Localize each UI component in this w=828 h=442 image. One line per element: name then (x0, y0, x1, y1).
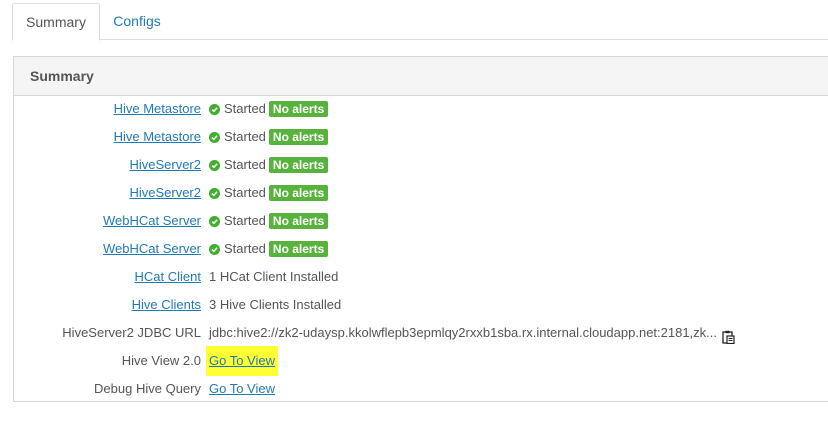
summary-row-webhcat-server: WebHCat Server Started No alerts (14, 207, 828, 235)
client-count: 3 Hive Clients Installed (209, 297, 342, 312)
status-text: Started (224, 213, 266, 228)
status-text: Started (224, 241, 266, 256)
check-circle-icon (209, 187, 220, 199)
check-circle-icon (209, 243, 220, 255)
alerts-badge[interactable]: No alerts (268, 213, 329, 229)
status-text: Started (224, 101, 266, 116)
hive-view-value: Go To View (206, 346, 279, 376)
alerts-badge[interactable]: No alerts (268, 185, 329, 201)
go-to-view-link[interactable]: Go To View (206, 346, 279, 376)
component-status: Started No alerts (209, 95, 329, 123)
component-status: Started No alerts (209, 235, 329, 263)
webhcat-server-link[interactable]: WebHCat Server (103, 235, 201, 263)
check-circle-icon (209, 131, 220, 143)
tab-configs[interactable]: Configs (99, 3, 175, 39)
jdbc-url-value: jdbc:hive2://zk2-udaysp.kkolwflepb3epmlq… (209, 319, 735, 347)
summary-row-hive-clients: Hive Clients 3 Hive Clients Installed (14, 291, 828, 319)
summary-row-jdbc-url: HiveServer2 JDBC URL jdbc:hive2://zk2-ud… (14, 319, 828, 347)
component-status: Started No alerts (209, 179, 329, 207)
jdbc-url-label: HiveServer2 JDBC URL (62, 325, 201, 340)
check-circle-icon (209, 159, 220, 171)
summary-row-hive-metastore: Hive Metastore Started No alerts (14, 123, 828, 151)
summary-row-hiveserver2: HiveServer2 Started No alerts (14, 179, 828, 207)
status-text: Started (224, 129, 266, 144)
webhcat-server-link[interactable]: WebHCat Server (103, 207, 201, 235)
component-status: Started No alerts (209, 207, 329, 235)
hcat-client-link[interactable]: HCat Client (135, 263, 201, 291)
hive-view-label: Hive View 2.0 (121, 353, 201, 368)
summary-panel: Summary Hive Metastore Started No alerts… (13, 56, 828, 402)
summary-row-hcat-client: HCat Client 1 HCat Client Installed (14, 263, 828, 291)
debug-hive-query-label: Debug Hive Query (94, 381, 201, 396)
tab-bar: Summary Configs (0, 0, 828, 41)
hiveserver2-link[interactable]: HiveServer2 (129, 151, 201, 179)
summary-row-hiveserver2: HiveServer2 Started No alerts (14, 151, 828, 179)
tab-summary[interactable]: Summary (12, 3, 100, 41)
tab-divider (12, 39, 828, 40)
copy-clipboard-icon[interactable] (721, 326, 735, 345)
status-text: Started (224, 185, 266, 200)
alerts-badge[interactable]: No alerts (268, 129, 329, 145)
check-circle-icon (209, 103, 220, 115)
debug-hive-query-value: Go To View (209, 375, 275, 403)
alerts-badge[interactable]: No alerts (268, 157, 329, 173)
hive-metastore-link[interactable]: Hive Metastore (114, 95, 201, 123)
alerts-badge[interactable]: No alerts (268, 241, 329, 257)
client-count: 1 HCat Client Installed (209, 269, 339, 284)
check-circle-icon (209, 215, 220, 227)
go-to-view-link[interactable]: Go To View (209, 375, 275, 403)
panel-title: Summary (14, 57, 828, 96)
hive-metastore-link[interactable]: Hive Metastore (114, 123, 201, 151)
hive-clients-link[interactable]: Hive Clients (132, 291, 201, 319)
summary-row-hive-metastore: Hive Metastore Started No alerts (14, 95, 828, 123)
alerts-badge[interactable]: No alerts (268, 101, 329, 117)
jdbc-url-text: jdbc:hive2://zk2-udaysp.kkolwflepb3epmlq… (209, 325, 718, 340)
summary-row-debug-hive-query: Debug Hive Query Go To View (14, 375, 828, 403)
status-text: Started (224, 157, 266, 172)
component-status: Started No alerts (209, 151, 329, 179)
component-status: Started No alerts (209, 123, 329, 151)
summary-row-webhcat-server: WebHCat Server Started No alerts (14, 235, 828, 263)
summary-row-hive-view: Hive View 2.0 Go To View (14, 346, 828, 376)
hiveserver2-link[interactable]: HiveServer2 (129, 179, 201, 207)
